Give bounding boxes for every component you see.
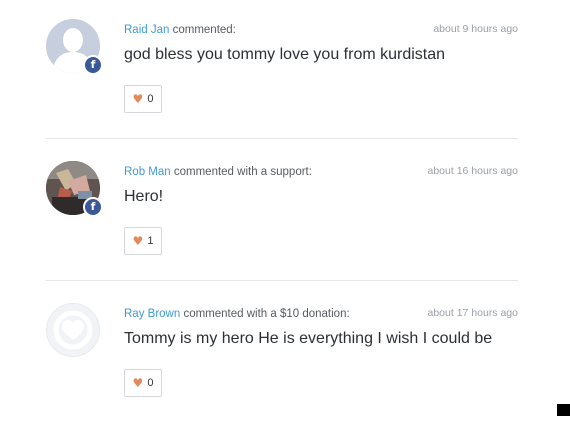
avatar[interactable]: f xyxy=(46,19,103,75)
comment-item: f Raid Jan commented: about 9 hours ago … xyxy=(0,0,570,142)
like-count: 0 xyxy=(147,377,154,389)
comment-action: commented with a $10 donation: xyxy=(183,308,350,320)
heart-icon: ♥ xyxy=(132,376,144,390)
comment-timestamp: about 16 hours ago xyxy=(427,165,519,177)
comment-meta: Raid Jan commented: xyxy=(124,24,236,36)
heart-logo-icon xyxy=(53,310,93,350)
like-button[interactable]: ♥ 1 xyxy=(124,227,162,255)
facebook-icon: f xyxy=(83,55,103,75)
author-name[interactable]: Raid Jan xyxy=(124,24,169,36)
like-count: 1 xyxy=(147,235,154,247)
comment-action: commented: xyxy=(172,24,236,36)
comment-timestamp: about 9 hours ago xyxy=(433,23,518,35)
comment-meta: Ray Brown commented with a $10 donation: xyxy=(124,308,350,320)
comment-meta: Rob Man commented with a support: xyxy=(124,166,312,178)
comment-action: commented with a support: xyxy=(173,166,312,178)
avatar[interactable] xyxy=(46,303,102,359)
heart-icon: ♥ xyxy=(132,234,144,248)
facebook-icon: f xyxy=(83,197,103,217)
comment-feed: f Raid Jan commented: about 9 hours ago … xyxy=(0,0,570,416)
divider xyxy=(46,138,518,139)
like-button[interactable]: ♥ 0 xyxy=(124,369,162,397)
like-button[interactable]: ♥ 0 xyxy=(124,85,162,113)
comment-item: f Rob Man commented with a support: abou… xyxy=(0,142,570,284)
comment-item: Ray Brown commented with a $10 donation:… xyxy=(0,284,570,426)
comment-text: Tommy is my hero He is everything I wish… xyxy=(124,330,493,347)
author-name[interactable]: Rob Man xyxy=(124,166,171,178)
heart-logo-avatar xyxy=(46,303,100,357)
divider xyxy=(46,280,518,281)
like-count: 0 xyxy=(147,93,154,105)
comment-text: god bless you tommy love you from kurdis… xyxy=(124,46,446,63)
corner-marker xyxy=(557,404,570,416)
author-name[interactable]: Ray Brown xyxy=(124,308,180,320)
comment-text: Hero! xyxy=(124,188,164,205)
heart-icon: ♥ xyxy=(132,92,144,106)
comment-timestamp: about 17 hours ago xyxy=(427,307,519,319)
avatar[interactable]: f xyxy=(46,161,103,217)
